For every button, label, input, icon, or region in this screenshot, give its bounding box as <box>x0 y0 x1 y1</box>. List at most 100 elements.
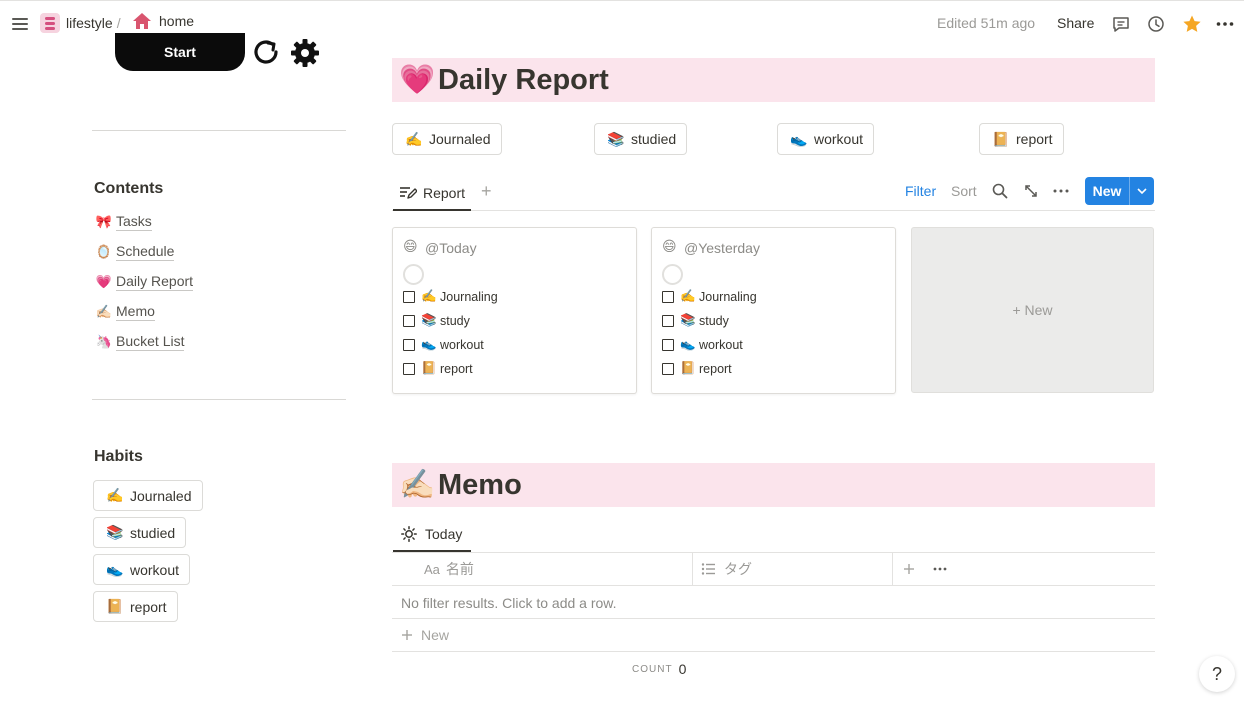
share-button[interactable]: Share <box>1057 15 1094 31</box>
search-icon[interactable] <box>991 182 1009 200</box>
habit-button-report[interactable]: 📔 report <box>93 591 178 622</box>
breadcrumb-home-label: home <box>159 13 195 29</box>
view-tabs-divider <box>392 552 1155 553</box>
contents-link-daily-report[interactable]: 💗 Daily Report <box>94 273 194 291</box>
report-button-workout[interactable]: 👟 workout <box>777 123 875 155</box>
expand-icon[interactable] <box>1022 182 1040 200</box>
new-row-label: New <box>421 627 450 643</box>
checkbox[interactable] <box>403 362 415 375</box>
tab-today-label: Today <box>425 525 463 542</box>
tab-report[interactable]: Report <box>393 176 472 211</box>
report-button-report[interactable]: 📔 report <box>979 123 1064 155</box>
add-property-icon[interactable] <box>903 563 915 575</box>
star-icon[interactable] <box>1182 14 1202 34</box>
count-label: COUNT <box>632 663 673 675</box>
contents-link-label: Tasks <box>116 213 152 231</box>
report-card-yesterday[interactable]: 😄 @Yesterday ✍️ Journaling 📚 study 👟 wor… <box>651 227 896 394</box>
new-row-button[interactable]: New <box>401 627 449 643</box>
breadcrumb-separator: / <box>116 15 121 31</box>
contents-link-memo[interactable]: ✍🏻 Memo <box>94 303 155 321</box>
reset-icon[interactable] <box>251 37 281 67</box>
add-view-button[interactable]: + <box>481 181 492 202</box>
count-summary[interactable]: COUNT 0 <box>632 661 686 677</box>
card-title-label: @Yesterday <box>684 240 760 256</box>
heart-icon: 💗 <box>398 64 436 96</box>
new-button-label: New <box>1092 183 1122 199</box>
breadcrumb-lifestyle[interactable]: lifestyle / <box>40 13 121 33</box>
task-item[interactable]: 📚 study <box>662 313 729 328</box>
heart-icon: 💗 <box>95 274 113 289</box>
task-label: workout <box>440 337 484 352</box>
table-divider <box>392 618 1155 619</box>
card-title-label: @Today <box>425 240 477 256</box>
count-value: 0 <box>678 661 687 677</box>
checkbox[interactable] <box>662 290 674 303</box>
checkbox[interactable] <box>662 338 674 351</box>
checkbox[interactable] <box>403 314 415 327</box>
report-button-journaled[interactable]: ✍️ Journaled <box>392 123 502 155</box>
task-item[interactable]: ✍️ Journaling <box>403 289 498 304</box>
task-item[interactable]: 👟 workout <box>403 337 484 352</box>
task-item[interactable]: ✍️ Journaling <box>662 289 757 304</box>
contents-link-bucket-list[interactable]: 🦄 Bucket List <box>94 333 185 351</box>
smile-icon: 😄 <box>403 238 418 254</box>
task-item[interactable]: 👟 workout <box>662 337 743 352</box>
task-item[interactable]: 📔 report <box>403 361 473 376</box>
more-options-icon[interactable] <box>1052 182 1070 200</box>
gear-icon[interactable] <box>289 37 321 69</box>
more-options-icon[interactable] <box>933 566 947 572</box>
memo-title: Memo <box>438 468 522 501</box>
menu-icon[interactable] <box>10 15 30 33</box>
new-card-button[interactable]: + New <box>911 227 1154 393</box>
notebook-icon: 📔 <box>992 130 1010 147</box>
shoe-icon: 👟 <box>790 130 808 147</box>
checkbox[interactable] <box>662 362 674 375</box>
contents-link-tasks[interactable]: 🎀 Tasks <box>94 213 152 231</box>
new-button[interactable]: New <box>1085 177 1154 205</box>
tab-today[interactable]: Today <box>393 517 471 552</box>
task-label: Journaling <box>440 289 498 304</box>
habit-button-journaled[interactable]: ✍️ Journaled <box>93 480 203 511</box>
habits-heading: Habits <box>94 448 143 465</box>
filter-button[interactable]: Filter <box>905 183 936 199</box>
column-header-tag[interactable]: タグ <box>701 553 752 585</box>
habit-button-workout[interactable]: 👟 workout <box>93 554 191 585</box>
empty-state-message[interactable]: No filter results. Click to add a row. <box>401 595 617 611</box>
report-button-studied[interactable]: 📚 studied <box>594 123 688 155</box>
books-icon: 📚 <box>680 313 696 327</box>
column-header-name[interactable]: Aa 名前 <box>424 553 474 585</box>
breadcrumb-home[interactable]: home <box>133 13 194 29</box>
view-tabs-divider <box>392 210 1155 211</box>
comment-icon[interactable] <box>1112 15 1130 33</box>
contents-link-schedule[interactable]: 🪞 Schedule <box>94 243 175 261</box>
chevron-down-icon[interactable] <box>1129 177 1154 205</box>
writing-hand-icon: ✍️ <box>421 289 437 303</box>
checkbox[interactable] <box>403 338 415 351</box>
help-button[interactable]: ? <box>1199 656 1235 692</box>
column-divider <box>692 553 693 585</box>
sort-button[interactable]: Sort <box>951 183 977 199</box>
task-label: report <box>440 361 473 376</box>
contents-link-label: Memo <box>116 303 155 321</box>
shoe-icon: 👟 <box>106 561 124 577</box>
breadcrumb-lifestyle-label: lifestyle <box>66 15 113 31</box>
task-item[interactable]: 📚 study <box>403 313 470 328</box>
plus-icon <box>402 630 412 640</box>
habit-button-label: report <box>130 598 167 615</box>
notebook-icon: 📔 <box>106 598 124 614</box>
contents-link-label: Daily Report <box>116 273 194 291</box>
habit-button-studied[interactable]: 📚 studied <box>93 517 187 548</box>
start-button[interactable]: Start <box>115 33 245 71</box>
contents-heading: Contents <box>94 180 164 197</box>
writing-hand-icon: ✍️ <box>106 487 124 503</box>
writing-hand-icon: ✍️ <box>680 289 696 303</box>
history-icon[interactable] <box>1147 15 1165 33</box>
books-icon: 📚 <box>421 313 437 327</box>
more-icon[interactable] <box>1216 15 1234 33</box>
checkbox[interactable] <box>662 314 674 327</box>
report-card-today[interactable]: 😄 @Today ✍️ Journaling 📚 study 👟 workout… <box>392 227 637 394</box>
habit-button-label: studied <box>130 524 176 541</box>
task-item[interactable]: 📔 report <box>662 361 732 376</box>
books-icon: 📚 <box>607 130 625 147</box>
checkbox[interactable] <box>403 290 415 303</box>
